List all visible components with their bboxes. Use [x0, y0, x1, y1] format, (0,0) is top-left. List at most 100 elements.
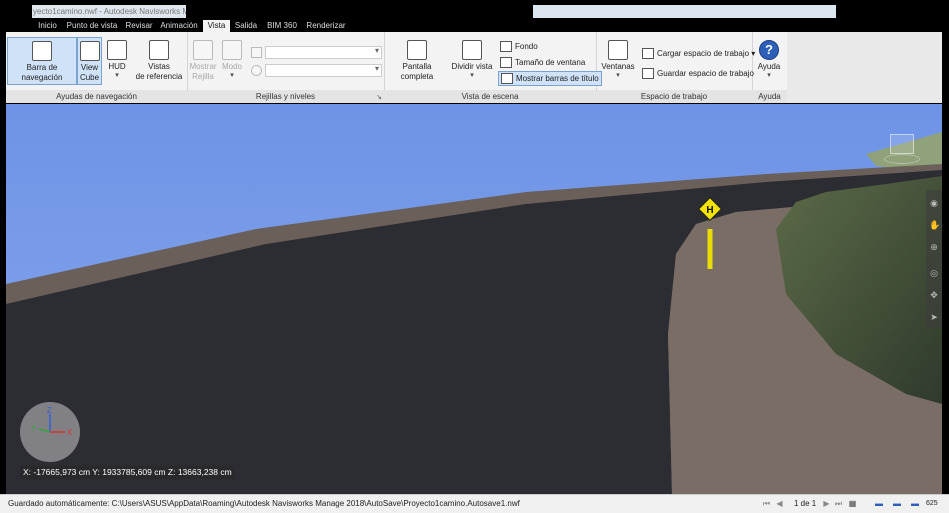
- save-workspace-icon: [642, 68, 654, 80]
- tab-punto-de-vista[interactable]: Punto de vista: [65, 20, 119, 32]
- axis-y-label: Y: [31, 424, 37, 433]
- panel-espacio-trabajo: Ventanas ▾ Cargar espacio de trabajo ▾ G…: [596, 32, 755, 103]
- level-icon: [251, 47, 262, 58]
- title-bar: yecto1camino.nwf - Autodesk Navisworks M…: [0, 0, 949, 20]
- load-workspace-icon: [642, 48, 654, 60]
- hud-label: HUD: [108, 62, 126, 71]
- show-title-bars-button[interactable]: Mostrar barras de título: [498, 71, 602, 86]
- scene-render: H: [6, 104, 942, 494]
- nav-bar-button[interactable]: Barra de navegación: [7, 37, 77, 85]
- tab-revisar[interactable]: Revisar: [124, 20, 154, 32]
- panel-title-scene: Vista de escena: [384, 90, 596, 103]
- status-bar: Guardado automáticamente: C:\Users\ASUS\…: [0, 494, 949, 513]
- active-grid-dropdown[interactable]: [265, 46, 382, 59]
- window-title: yecto1camino.nwf - Autodesk Navisworks M…: [32, 5, 186, 18]
- memory-indicator-icon: ▬: [893, 499, 901, 508]
- view-cube-button[interactable]: View Cube: [77, 37, 102, 85]
- grid-mode-icon: [222, 40, 242, 60]
- windows-label: Ventanas: [601, 62, 635, 71]
- background-button[interactable]: Fondo: [500, 40, 538, 53]
- panel-title-workspace: Espacio de trabajo: [596, 90, 752, 103]
- navigation-bar-icon: [32, 41, 52, 61]
- grid-color-icon: [251, 65, 262, 76]
- view-cube-icon: [79, 41, 100, 61]
- ribbon: Barra de navegación View Cube HUD ▾ Vist…: [6, 32, 942, 103]
- windows-dropdown-icon: ▾: [616, 72, 620, 79]
- ref-views-label-2: de referencia: [135, 72, 183, 81]
- reference-views-button[interactable]: Vistas de referencia: [133, 37, 185, 83]
- view-cube[interactable]: [884, 128, 920, 164]
- next-sheet-icon[interactable]: ▶: [822, 499, 831, 508]
- search-input[interactable]: [533, 5, 836, 18]
- first-sheet-icon[interactable]: ⏮: [762, 499, 771, 508]
- autosave-status: Guardado automáticamente: C:\Users\ASUS\…: [8, 499, 520, 508]
- view-cube-label-2: Cube: [79, 73, 100, 82]
- save-workspace-button[interactable]: Guardar espacio de trabajo: [642, 67, 754, 80]
- window-size-icon: [500, 57, 512, 69]
- hud-dropdown-icon: ▾: [115, 72, 119, 79]
- zoom-icon[interactable]: ⊕: [929, 242, 939, 252]
- load-workspace-label: Cargar espacio de trabajo: [657, 49, 750, 58]
- full-screen-button[interactable]: Pantalla completa: [386, 37, 448, 83]
- split-view-dropdown-icon: ▾: [470, 72, 474, 79]
- full-screen-label: Pantalla completa: [400, 62, 434, 81]
- memory-usage-value: 625: [926, 500, 938, 507]
- previous-sheet-icon[interactable]: ◀: [775, 499, 784, 508]
- help-icon: ?: [759, 40, 779, 60]
- tab-inicio[interactable]: Inicio: [35, 20, 60, 32]
- split-view-button[interactable]: Dividir vista ▾: [451, 37, 493, 83]
- menu-bar: Inicio Punto de vista Revisar Animación …: [0, 20, 949, 50]
- axis-x-label: X: [67, 428, 73, 437]
- tab-bim-360[interactable]: BIM 360: [264, 20, 300, 32]
- web-server-indicator-icon: ▬: [911, 499, 919, 508]
- show-grid-button[interactable]: Mostrar Rejilla: [189, 37, 217, 83]
- windows-button[interactable]: Ventanas ▾: [600, 37, 636, 83]
- axis-z-label: Z: [47, 406, 52, 415]
- help-label: Ayuda: [757, 62, 781, 71]
- orbit-icon[interactable]: ◎: [929, 268, 939, 278]
- tab-animacion[interactable]: Animación: [160, 20, 198, 32]
- look-icon[interactable]: ✥: [929, 290, 939, 300]
- panel-rejillas-niveles: Mostrar Rejilla Modo ▾ Rejillas y nivele…: [187, 32, 385, 103]
- sheet-browser-icon[interactable]: ▦: [848, 499, 857, 508]
- ribbon-empty-area: [787, 32, 942, 103]
- help-button[interactable]: ? Ayuda ▾: [754, 37, 784, 83]
- windows-icon: [608, 40, 628, 60]
- grid-mode-dropdown-icon: ▾: [230, 72, 234, 79]
- warning-sign-symbol: H: [706, 205, 713, 216]
- axis-gizmo: Z X Y: [31, 406, 73, 437]
- grid-level-dropdown[interactable]: [265, 64, 382, 77]
- load-workspace-button[interactable]: Cargar espacio de trabajo ▾: [642, 47, 755, 60]
- grid-icon: [193, 40, 213, 60]
- background-label: Fondo: [515, 42, 538, 51]
- steering-wheel-icon[interactable]: ◉: [929, 198, 939, 208]
- show-title-bars-label: Mostrar barras de título: [516, 74, 599, 83]
- last-sheet-icon[interactable]: ⏭: [834, 499, 843, 508]
- panel-vista-escena: Pantalla completa Dividir vista ▾ Fondo …: [384, 32, 602, 103]
- hud-icon: [107, 40, 127, 60]
- grid-mode-label: Modo: [221, 62, 242, 71]
- window-size-label: Tamaño de ventana: [515, 58, 586, 67]
- panel-title-nav-aids: Ayudas de navegación: [6, 90, 187, 103]
- panel-launcher-icon[interactable]: ↘: [376, 93, 382, 101]
- split-view-label: Dividir vista: [451, 62, 493, 71]
- grid-mode-button[interactable]: Modo ▾: [220, 37, 244, 83]
- view-cube-ring: [884, 154, 920, 164]
- navigation-bar: ◉ ✋ ⊕ ◎ ✥ ➤: [926, 190, 942, 328]
- tab-renderizar[interactable]: Renderizar: [306, 20, 346, 32]
- reference-views-icon: [149, 40, 169, 60]
- pan-icon[interactable]: ✋: [929, 220, 940, 230]
- view-cube-box: [890, 134, 914, 154]
- split-view-icon: [462, 40, 482, 60]
- scene-viewport[interactable]: H ◉ ✋ ⊕ ◎ ✥ ➤ Z X Y X: -17665,973 cm Y: …: [6, 104, 942, 494]
- hud-button[interactable]: HUD ▾: [104, 37, 130, 83]
- ref-views-label-1: Vistas: [148, 62, 170, 71]
- panel-ayudas-navegacion: Barra de navegación View Cube HUD ▾ Vist…: [6, 32, 188, 103]
- panel-title-grids: Rejillas y niveles: [187, 90, 384, 103]
- show-grid-label-1: Mostrar: [189, 62, 217, 71]
- select-icon[interactable]: ➤: [929, 312, 939, 322]
- window-size-button[interactable]: Tamaño de ventana: [500, 56, 585, 69]
- tab-vista[interactable]: Vista: [203, 20, 230, 32]
- nav-bar-label: Barra de navegación: [21, 63, 63, 82]
- tab-salida[interactable]: Salida: [234, 20, 258, 32]
